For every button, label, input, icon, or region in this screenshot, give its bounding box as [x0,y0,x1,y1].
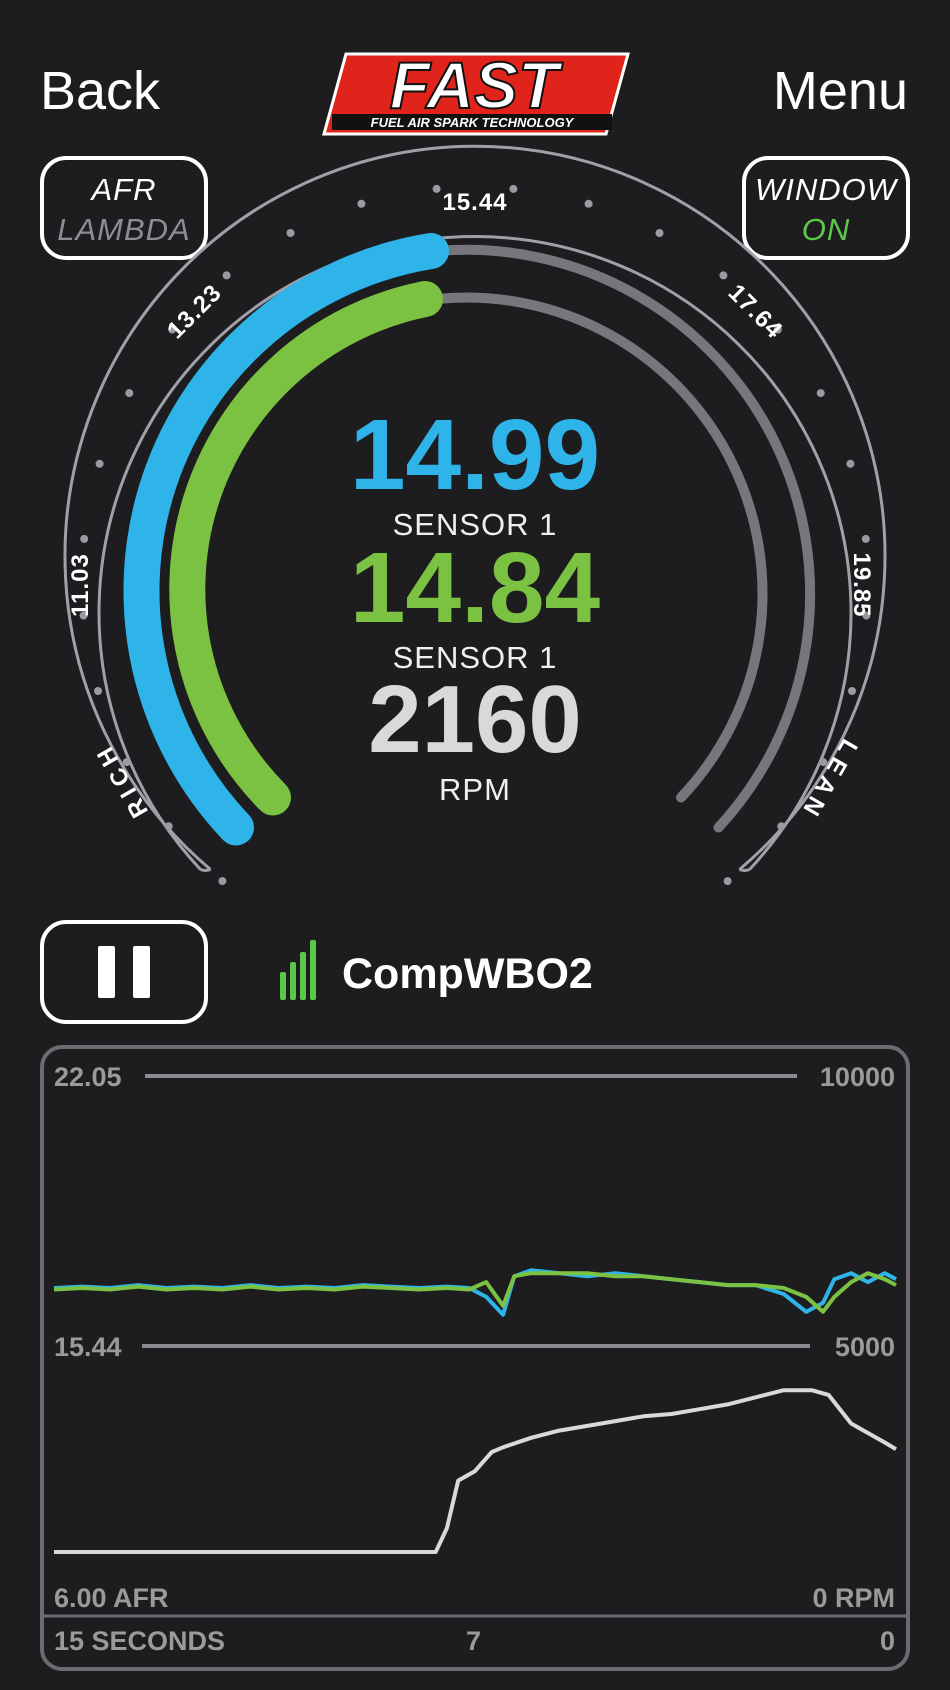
time-axis-end: 0 [879,1626,895,1656]
rpm-series-line [54,1388,898,1554]
history-chart [44,1074,906,1618]
sensor-a-series-line [53,1268,897,1317]
right-axis-top-label: 10000 [819,1062,895,1092]
left-axis-mid-label: 15.44 [54,1332,122,1362]
time-axis-start: 15 SECONDS [54,1626,226,1656]
left-axis-bottom-label: 6.00 AFR [54,1583,169,1613]
right-axis-bottom-label: 0 RPM [812,1583,895,1613]
left-axis-top-label: 22.05 [54,1062,122,1092]
time-axis-mid: 7 [466,1626,482,1656]
right-axis-mid-label: 5000 [834,1332,895,1362]
